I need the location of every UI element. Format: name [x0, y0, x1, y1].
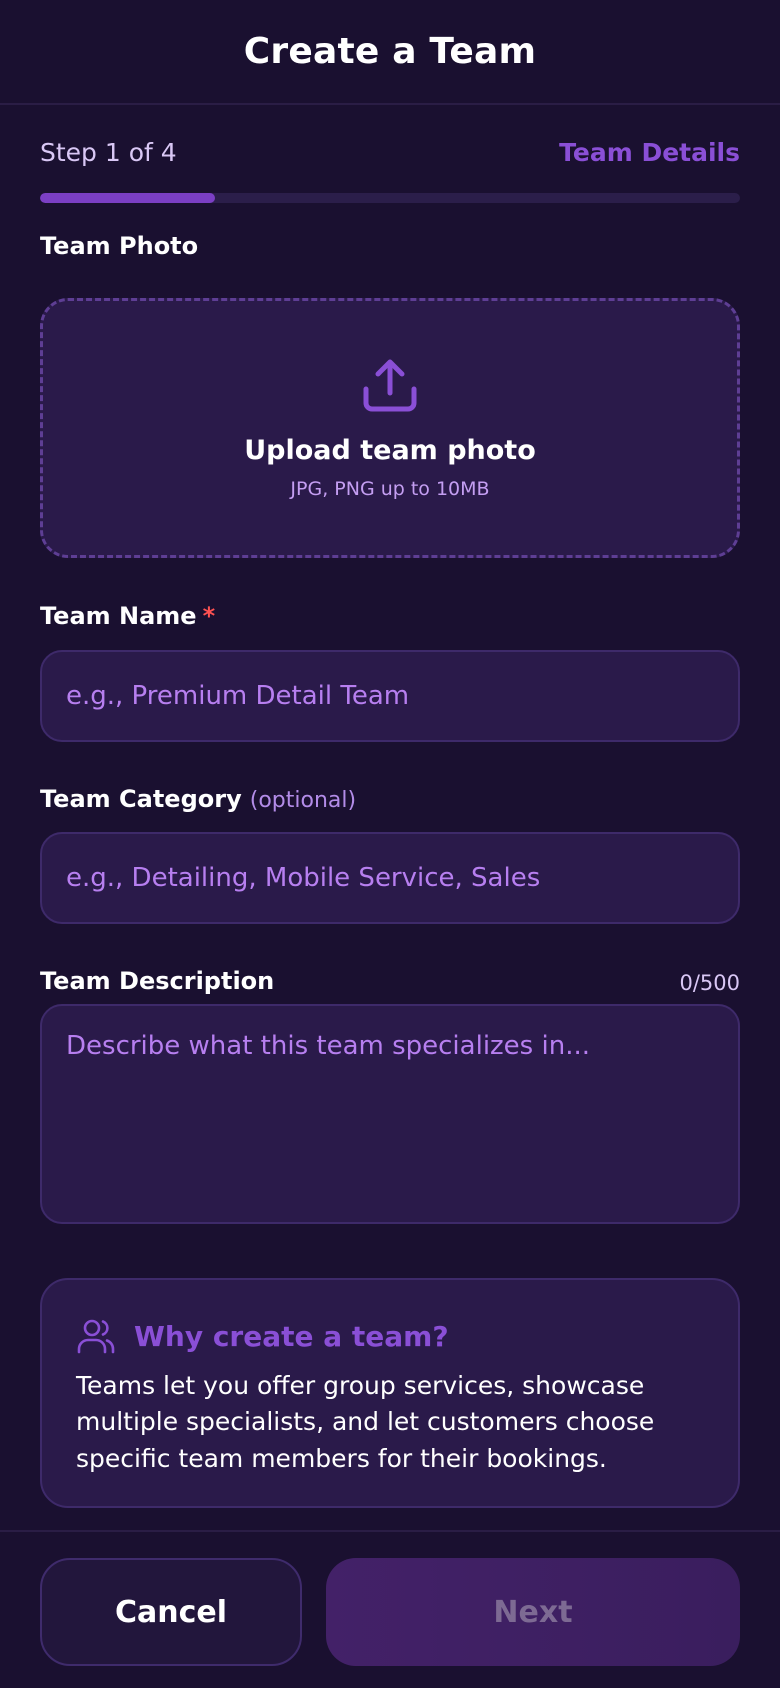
progress-bar	[40, 193, 740, 203]
page-title: Create a Team	[243, 31, 537, 72]
team-photo-upload[interactable]: Upload team photo JPG, PNG up to 10MB	[40, 298, 740, 558]
info-card-header: Why create a team?	[76, 1316, 704, 1356]
team-name-input[interactable]	[66, 681, 714, 711]
team-description-input[interactable]	[66, 1030, 714, 1198]
upload-hint: JPG, PNG up to 10MB	[290, 477, 490, 500]
team-photo-label: Team Photo	[40, 232, 199, 260]
team-category-field[interactable]	[40, 832, 740, 924]
users-icon	[77, 1319, 115, 1354]
team-description-field[interactable]	[40, 1004, 740, 1224]
team-description-label: Team Description	[40, 967, 275, 995]
team-name-field[interactable]	[40, 650, 740, 742]
app-header: Create a Team	[0, 0, 780, 105]
cancel-button[interactable]: Cancel	[40, 1558, 302, 1666]
team-name-label-text: Team Name	[40, 602, 197, 630]
optional-note: (optional)	[249, 788, 357, 813]
step-indicator: Step 1 of 4 Team Details	[40, 138, 740, 167]
step-title: Team Details	[559, 138, 740, 167]
step-count: Step 1 of 4	[40, 138, 177, 167]
required-mark: *	[202, 602, 216, 630]
description-char-counter: 0/500	[679, 971, 740, 995]
info-card-body: Teams let you offer group services, show…	[76, 1371, 655, 1473]
upload-icon	[363, 359, 417, 411]
team-category-input[interactable]	[66, 863, 714, 893]
next-button[interactable]: Next	[326, 1558, 740, 1666]
team-category-label-text: Team Category	[40, 785, 242, 813]
team-name-label: Team Name *	[40, 602, 215, 630]
footer-actions: Cancel Next	[0, 1530, 780, 1688]
team-category-label: Team Category (optional)	[40, 785, 356, 813]
info-card-title: Why create a team?	[134, 1319, 449, 1353]
info-card: Why create a team? Teams let you offer g…	[40, 1278, 740, 1508]
progress-bar-fill	[40, 193, 215, 203]
upload-title: Upload team photo	[244, 434, 536, 466]
